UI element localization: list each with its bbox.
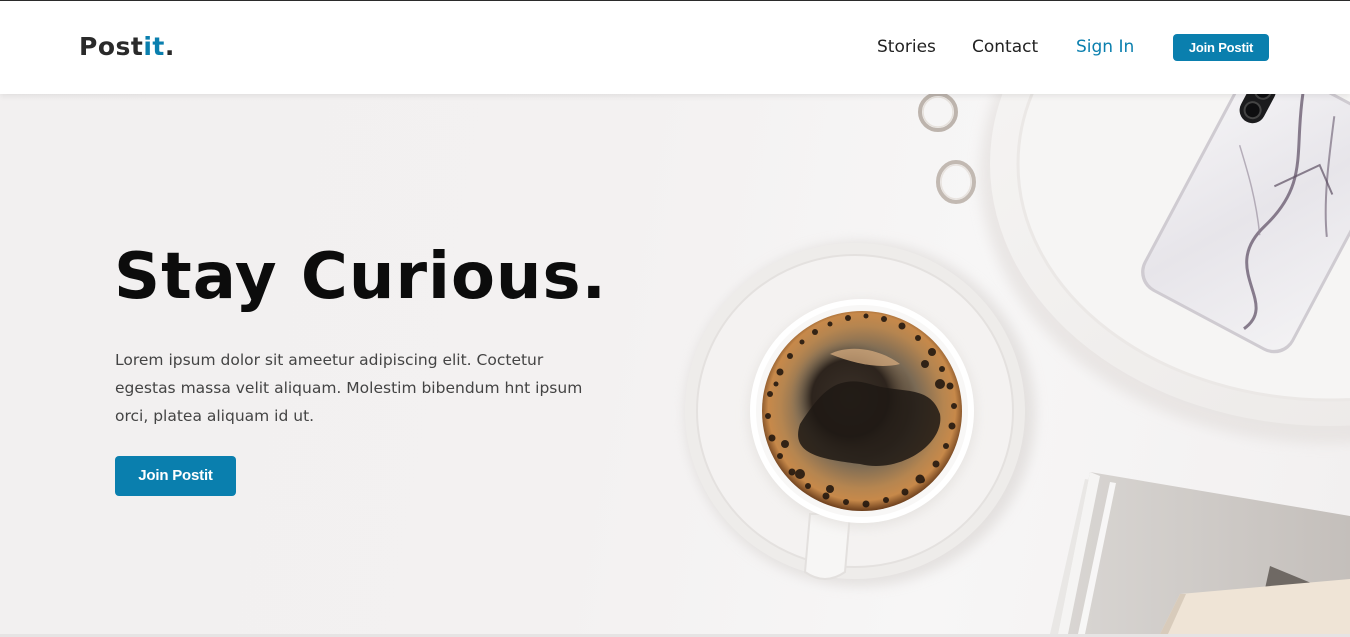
main-nav: Stories Contact Sign In Join Postit [0,34,1350,64]
header-join-button[interactable]: Join Postit [1173,34,1269,61]
page: Postit. Stories Contact Sign In Join Pos… [0,0,1350,637]
hero-title: Stay Curious. [114,240,607,314]
site-header: Postit. Stories Contact Sign In Join Pos… [0,1,1350,94]
hero-join-button[interactable]: Join Postit [115,456,236,496]
notebooks [1050,472,1350,634]
hero-description: Lorem ipsum dolor sit ameetur adipiscing… [115,351,583,425]
nav-link-sign-in[interactable]: Sign In [1076,34,1134,60]
rings [918,94,976,204]
hero-section: Stay Curious. Lorem ipsum dolor sit amee… [0,94,1350,634]
coffee-cup [749,299,975,527]
nav-link-stories[interactable]: Stories [877,34,936,60]
nav-link-contact[interactable]: Contact [972,34,1038,60]
